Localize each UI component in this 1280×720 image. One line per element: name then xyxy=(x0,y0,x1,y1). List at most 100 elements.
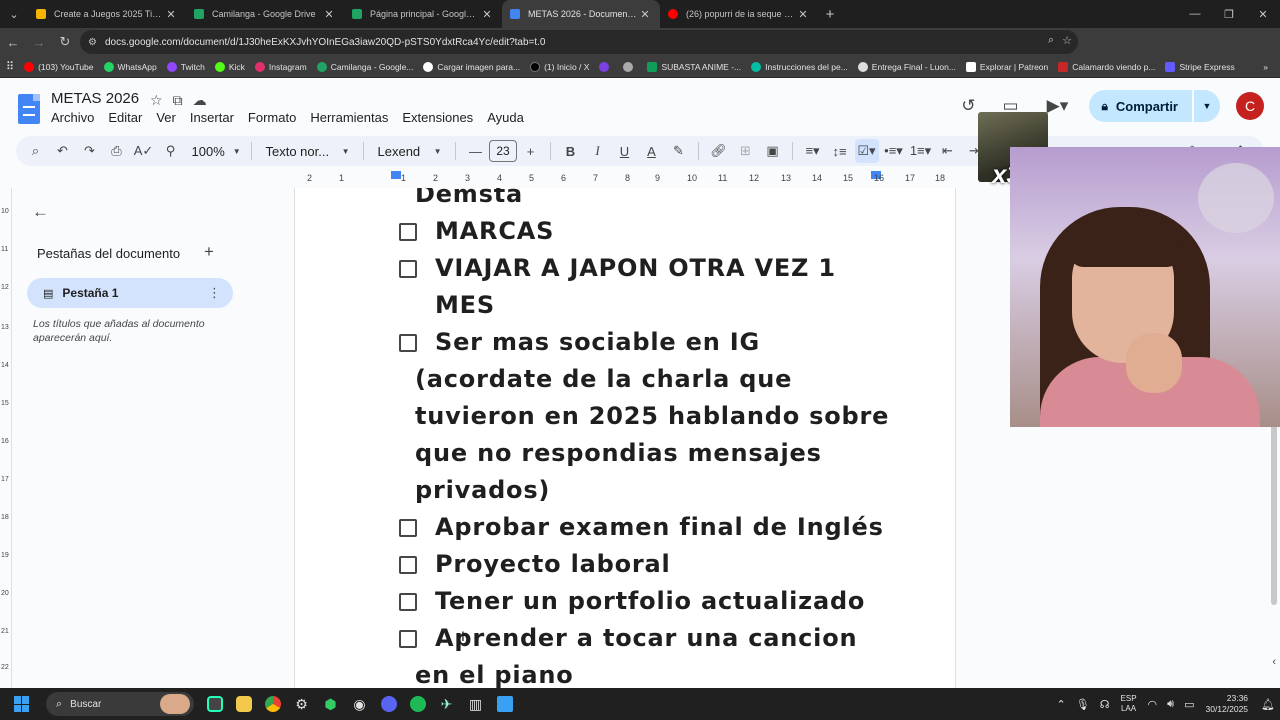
tab-close-icon[interactable]: ✕ xyxy=(322,8,336,21)
back-icon[interactable]: ← xyxy=(0,28,26,56)
bookmark[interactable]: (1) Inicio / X xyxy=(530,61,589,72)
line-spacing-icon[interactable]: ↕≡ xyxy=(828,139,852,163)
sidebar-item-pestana-1[interactable]: ▤ Pestaña 1 ⋮ xyxy=(27,278,233,308)
headset-icon[interactable]: ☊ xyxy=(1100,698,1110,711)
bookmark[interactable]: Stripe Express xyxy=(1165,61,1235,72)
checkbox[interactable] xyxy=(399,260,417,278)
microphone-icon[interactable]: 🎙︎ xyxy=(1076,698,1090,711)
file-explorer-icon[interactable] xyxy=(229,690,258,718)
bookmark[interactable]: WhatsApp xyxy=(103,61,157,72)
increase-font-size-icon[interactable]: + xyxy=(519,139,543,163)
taskbar-search[interactable]: ⌕ Buscar xyxy=(46,692,194,716)
bold-icon[interactable]: B xyxy=(559,139,583,163)
forward-icon[interactable]: → xyxy=(26,28,52,56)
text-color-icon[interactable]: A xyxy=(640,139,664,163)
zoom-select[interactable]: 100% ▼ xyxy=(186,139,244,163)
font-select[interactable]: Lexend ▼ xyxy=(372,139,448,163)
checklist-item[interactable]: Proyecto laboral xyxy=(399,546,899,583)
bookmark[interactable]: Entrega Final - Luon... xyxy=(857,61,956,72)
bookmark[interactable]: Camilanga - Google... xyxy=(316,61,413,72)
bookmark[interactable]: Kick xyxy=(214,61,245,72)
settings-app-icon[interactable]: ⚙ xyxy=(287,690,316,718)
font-size-input[interactable]: 23 xyxy=(489,140,517,162)
obs-icon[interactable]: ◉ xyxy=(345,690,374,718)
cloud-status-icon[interactable]: ☁ xyxy=(193,92,207,109)
discord-icon[interactable] xyxy=(374,690,403,718)
checkbox[interactable] xyxy=(399,556,417,574)
volume-icon[interactable]: 🔊︎ xyxy=(1167,698,1174,711)
checklist-item[interactable]: Ser mas sociable en IG (acordate de la c… xyxy=(399,324,899,509)
more-bookmarks-icon[interactable]: » xyxy=(1263,62,1268,72)
bookmark[interactable]: (103) YouTube xyxy=(24,61,94,72)
checklist-icon[interactable]: ☑▾ xyxy=(854,139,879,163)
horizontal-ruler[interactable]: 2 1 1 2 3 4 5 6 7 8 9 10 11 12 13 14 15 … xyxy=(295,171,955,187)
menu-insertar[interactable]: Insertar xyxy=(190,110,234,125)
search-menus-icon[interactable]: ⌕ xyxy=(24,139,48,163)
new-tab-icon[interactable]: + xyxy=(818,0,842,28)
taskbar-app-icon[interactable]: ⬢ xyxy=(316,690,345,718)
menu-extensiones[interactable]: Extensiones xyxy=(402,110,473,125)
menu-editar[interactable]: Editar xyxy=(108,110,142,125)
insert-link-icon[interactable]: 🔗︎ xyxy=(707,139,731,163)
checklist-item[interactable]: VIAJAR A JAPON OTRA VEZ 1 MES xyxy=(399,250,899,324)
checkbox[interactable] xyxy=(399,223,417,241)
tab-close-icon[interactable]: ✕ xyxy=(480,8,494,21)
tray-overflow-icon[interactable]: ⌃ xyxy=(1057,698,1066,711)
share-button[interactable]: 🔒︎ Compartir xyxy=(1089,90,1192,122)
bookmark-star-icon[interactable]: ☆ xyxy=(1062,34,1072,47)
zoom-icon[interactable]: ⌕ xyxy=(1048,34,1054,47)
browser-tab-active[interactable]: METAS 2026 - Documentos de ✕ xyxy=(502,0,660,28)
bookmark[interactable]: Instrucciones del pe... xyxy=(751,61,848,72)
bookmark[interactable]: Calamardo viendo p... xyxy=(1058,61,1155,72)
windows-start-icon[interactable] xyxy=(14,696,30,712)
paint-format-icon[interactable]: ⚲ xyxy=(159,139,183,163)
style-select[interactable]: Texto nor... ▼ xyxy=(260,139,356,163)
address-bar[interactable]: ⚙ docs.google.com/document/d/1J30heExKXJ… xyxy=(80,30,1078,54)
browser-tab[interactable]: Página principal - Google Drive ✕ xyxy=(344,0,502,28)
share-dropdown-icon[interactable]: ▼ xyxy=(1194,90,1220,122)
notepad-icon[interactable] xyxy=(490,690,519,718)
highlight-icon[interactable]: ✎ xyxy=(667,139,691,163)
more-options-icon[interactable]: ⋮ xyxy=(208,285,221,301)
document-body[interactable]: Demsta MARCAS VIAJAR A JAPON OTRA VEZ 1 … xyxy=(399,188,899,688)
site-info-icon[interactable]: ⚙ xyxy=(88,37,97,48)
bookmark[interactable] xyxy=(623,61,637,72)
spellcheck-icon[interactable]: A✓ xyxy=(132,139,156,163)
spotify-icon[interactable] xyxy=(403,690,432,718)
checkbox[interactable] xyxy=(399,630,417,648)
italic-icon[interactable]: I xyxy=(586,139,610,163)
chrome-icon[interactable] xyxy=(258,690,287,718)
bookmark[interactable]: Instagram xyxy=(254,61,307,72)
menu-ayuda[interactable]: Ayuda xyxy=(487,110,524,125)
bulleted-list-icon[interactable]: •≡▾ xyxy=(882,139,906,163)
menu-ver[interactable]: Ver xyxy=(156,110,176,125)
clock[interactable]: 23:36 30/12/2025 xyxy=(1205,693,1248,715)
language-indicator[interactable]: ESP LAA xyxy=(1121,694,1137,714)
steam-icon[interactable]: ✈ xyxy=(432,690,461,718)
tab-search-chevron-icon[interactable]: ⌄ xyxy=(0,0,28,28)
restore-icon[interactable]: ❐ xyxy=(1212,0,1246,28)
decrease-font-size-icon[interactable]: — xyxy=(464,139,488,163)
menu-archivo[interactable]: Archivo xyxy=(51,110,94,125)
add-comment-icon[interactable]: ⊞ xyxy=(734,139,758,163)
bookmark[interactable]: Twitch xyxy=(166,61,205,72)
checklist-item[interactable]: MARCAS xyxy=(399,213,899,250)
notifications-icon[interactable]: 🔔︎ xyxy=(1261,698,1275,711)
add-tab-icon[interactable]: + xyxy=(204,242,214,262)
battery-icon[interactable]: ▭ xyxy=(1184,698,1194,711)
avatar[interactable]: C xyxy=(1236,92,1264,120)
checkbox[interactable] xyxy=(399,334,417,352)
tab-close-icon[interactable]: ✕ xyxy=(164,8,178,21)
browser-tab[interactable]: Create a Juegos 2025 Tier List - ✕ xyxy=(28,0,186,28)
wifi-icon[interactable]: ◠ xyxy=(1148,698,1158,711)
align-icon[interactable]: ≡▾ xyxy=(801,139,825,163)
underline-icon[interactable]: U xyxy=(613,139,637,163)
redo-icon[interactable]: ↷ xyxy=(78,139,102,163)
checklist-item[interactable]: Aprender a tocar una cancion en el piano xyxy=(399,620,899,688)
checkbox[interactable] xyxy=(399,519,417,537)
back-arrow-icon[interactable]: ← xyxy=(32,202,49,222)
bookmark[interactable] xyxy=(599,61,613,72)
taskbar-app-icon[interactable] xyxy=(200,690,229,718)
minimize-icon[interactable]: — xyxy=(1178,0,1212,28)
insert-image-icon[interactable]: ▣ xyxy=(761,139,785,163)
